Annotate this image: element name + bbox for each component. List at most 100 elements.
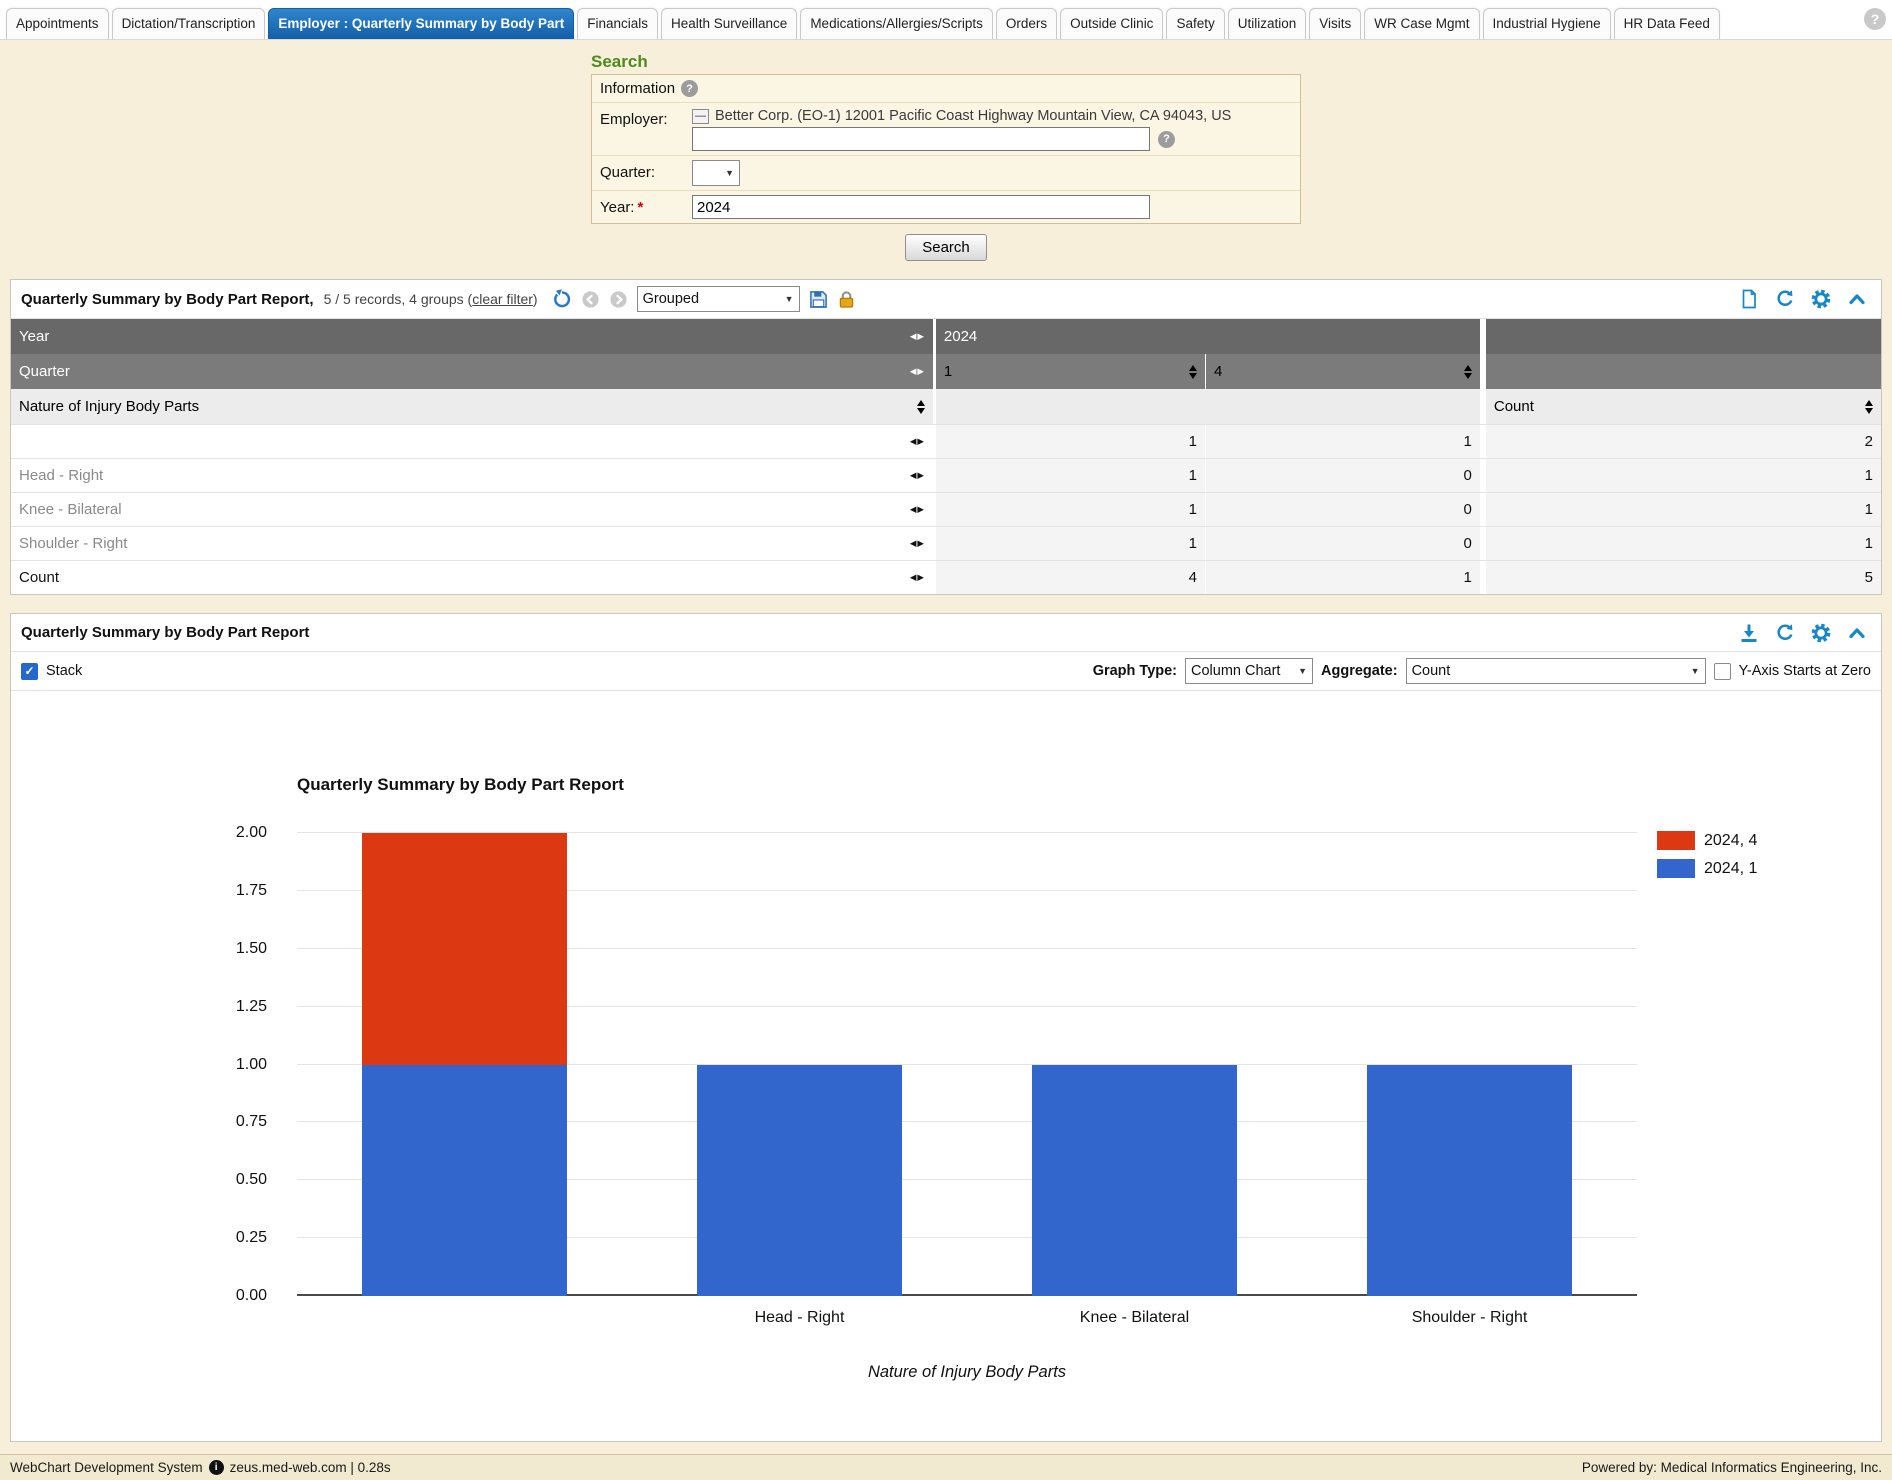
remove-employer-button[interactable]: —	[692, 109, 709, 124]
column-move-icon[interactable]: ◀▶	[910, 504, 925, 515]
column-move-icon[interactable]: ◀▶	[910, 436, 925, 447]
column-move-icon[interactable]: ◀▶	[910, 331, 925, 342]
bar-shoulder-right[interactable]	[1367, 833, 1571, 1296]
tab-employer-quarterly-summary-by-body-part[interactable]: Employer : Quarterly Summary by Body Par…	[268, 8, 574, 39]
save-icon[interactable]	[809, 290, 828, 309]
bar-segment-2024-1[interactable]	[1032, 1065, 1236, 1297]
tab-visits[interactable]: Visits	[1309, 8, 1361, 39]
body-parts-header-label: Nature of Injury Body Parts	[19, 398, 199, 415]
tab-hr-data-feed[interactable]: HR Data Feed	[1614, 8, 1720, 39]
undo-icon[interactable]	[552, 289, 572, 309]
tab-financials[interactable]: Financials	[577, 8, 658, 39]
new-document-icon[interactable]	[1739, 289, 1759, 309]
sort-icon[interactable]	[917, 400, 925, 414]
help-icon[interactable]: ?	[1864, 8, 1886, 30]
column-move-icon[interactable]: ◀▶	[910, 572, 925, 583]
x-category-labels: Head - RightKnee - BilateralShoulder - R…	[297, 1309, 1637, 1327]
tab-outside-clinic[interactable]: Outside Clinic	[1060, 8, 1163, 39]
refresh-icon[interactable]	[1775, 289, 1795, 309]
bar-segment-2024-1[interactable]	[362, 1065, 566, 1297]
collapse-icon[interactable]	[1847, 623, 1867, 643]
quarter-select[interactable]: ▼	[692, 160, 740, 186]
grouped-select-value: Grouped	[643, 291, 699, 307]
hatch-cell	[933, 389, 1480, 424]
report-panel: Quarterly Summary by Body Part Report, 5…	[10, 279, 1882, 595]
yaxis-zero-label: Y-Axis Starts at Zero	[1739, 663, 1871, 679]
chart-legend: 2024, 4 2024, 1	[1657, 831, 1757, 878]
chevron-down-icon: ▼	[785, 294, 794, 304]
row-label-cell: ◀▶	[11, 425, 933, 458]
quarter-1-cell: 1	[933, 354, 1205, 389]
report-toolbar: Grouped ▼	[552, 286, 856, 312]
yaxis-zero-checkbox[interactable]	[1714, 663, 1731, 680]
bar-segment-2024-1[interactable]	[697, 1065, 901, 1297]
quarter-header-label: Quarter	[19, 363, 70, 380]
year-input[interactable]	[692, 195, 1150, 219]
report-table: Year ◀▶ 2024 Quarter ◀▶ 1 4	[11, 319, 1881, 594]
bar-head-right[interactable]	[697, 833, 901, 1296]
legend-label: 2024, 4	[1704, 832, 1757, 850]
gear-icon[interactable]	[1811, 623, 1831, 643]
y-tick-label: 0.25	[236, 1229, 267, 1247]
bar-group-0[interactable]	[362, 833, 566, 1296]
clear-filter-link[interactable]: clear filter	[472, 291, 533, 307]
sort-icon[interactable]	[1464, 365, 1472, 379]
records-summary: 5 / 5 records, 4 groups (clear filter)	[324, 291, 538, 307]
page: AppointmentsDictation/TranscriptionEmplo…	[0, 0, 1892, 1480]
chart-title: Quarterly Summary by Body Part Report	[297, 775, 624, 795]
tab-wr-case-mgmt[interactable]: WR Case Mgmt	[1364, 8, 1479, 39]
chart-panel-header: Quarterly Summary by Body Part Report	[11, 614, 1881, 652]
cell-count: 5	[1480, 561, 1881, 594]
tab-medications-allergies-scripts[interactable]: Medications/Allergies/Scripts	[800, 8, 993, 39]
tab-dictation-transcription[interactable]: Dictation/Transcription	[112, 8, 266, 39]
legend-label: 2024, 1	[1704, 860, 1757, 878]
table-group-row-year: Year ◀▶ 2024	[11, 319, 1881, 354]
lock-icon[interactable]	[837, 290, 856, 309]
previous-icon[interactable]	[581, 290, 600, 309]
grouped-select[interactable]: Grouped ▼	[637, 286, 800, 312]
bar-segment-2024-1[interactable]	[1367, 1065, 1571, 1297]
collapse-icon[interactable]	[1847, 289, 1867, 309]
cell-count: 2	[1480, 425, 1881, 458]
column-move-icon[interactable]: ◀▶	[910, 366, 925, 377]
tab-utilization[interactable]: Utilization	[1228, 8, 1307, 39]
column-move-icon[interactable]: ◀▶	[910, 470, 925, 481]
stack-checkbox[interactable]: ✓	[21, 663, 38, 680]
employer-label: Employer:	[600, 107, 692, 128]
row-label: Count	[19, 569, 59, 586]
tab-orders[interactable]: Orders	[996, 8, 1057, 39]
cell-count: 1	[1480, 527, 1881, 560]
sort-icon[interactable]	[1865, 400, 1873, 414]
bar-knee-bilateral[interactable]	[1032, 833, 1236, 1296]
tab-appointments[interactable]: Appointments	[6, 8, 109, 39]
employer-input[interactable]	[692, 127, 1150, 151]
bar-segment-2024-4[interactable]	[362, 833, 566, 1065]
column-move-icon[interactable]: ◀▶	[910, 538, 925, 549]
year-header-label: Year	[19, 328, 49, 345]
chart-panel: Quarterly Summary by Body Part Report ✓ …	[10, 613, 1882, 1442]
table-row: ◀▶112	[11, 424, 1881, 458]
download-icon[interactable]	[1739, 623, 1759, 643]
search-button[interactable]: Search	[905, 234, 987, 261]
tab-health-surveillance[interactable]: Health Surveillance	[661, 8, 797, 39]
graph-type-select[interactable]: Column Chart ▼	[1185, 658, 1313, 684]
refresh-icon[interactable]	[1775, 623, 1795, 643]
information-help-icon[interactable]: ?	[681, 80, 698, 97]
chevron-down-icon: ▼	[1298, 666, 1307, 676]
next-icon[interactable]	[609, 290, 628, 309]
employer-help-icon[interactable]: ?	[1158, 131, 1175, 148]
year-label: Year:*	[600, 195, 692, 216]
quarter-4-cell: 4	[1205, 354, 1480, 389]
tab-industrial-hygiene[interactable]: Industrial Hygiene	[1483, 8, 1611, 39]
aggregate-select[interactable]: Count ▼	[1406, 658, 1706, 684]
gear-icon[interactable]	[1811, 289, 1831, 309]
info-icon[interactable]: i	[209, 1460, 224, 1475]
table-row: Knee - Bilateral◀▶101	[11, 492, 1881, 526]
count-header-label: Count	[1494, 398, 1534, 415]
tab-safety[interactable]: Safety	[1166, 8, 1224, 39]
employer-row: Employer: — Better Corp. (EO-1) 12001 Pa…	[592, 102, 1300, 155]
sort-icon[interactable]	[1189, 365, 1197, 379]
y-tick-label: 2.00	[236, 824, 267, 842]
search-section: Search Information ? Employer: — Better …	[0, 40, 1892, 271]
graph-type-value: Column Chart	[1191, 663, 1280, 679]
